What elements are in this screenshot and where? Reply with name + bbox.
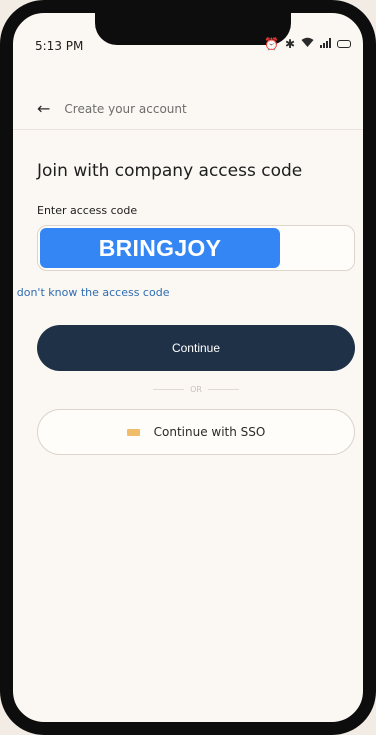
- sso-button[interactable]: Continue with SSO: [37, 409, 355, 455]
- alarm-icon: ⏰: [263, 37, 279, 51]
- or-text: OR: [190, 385, 202, 394]
- page-title: Join with company access code: [37, 161, 303, 181]
- bluetooth-icon: ✱: [284, 37, 295, 51]
- wifi-icon: [301, 37, 314, 51]
- access-code-label: Enter access code: [37, 204, 138, 217]
- signal-icon: [320, 37, 331, 51]
- status-bar: 5:13 PM ⏰ ✱: [13, 13, 363, 69]
- or-line-left: [153, 389, 185, 390]
- phone-frame: 5:13 PM ⏰ ✱ ← Create your account Join w…: [0, 0, 376, 735]
- or-line-right: [207, 389, 240, 390]
- header-divider: [13, 129, 363, 130]
- unknown-code-link[interactable]: I don't know the access code: [13, 286, 169, 299]
- access-code-input[interactable]: BRINGJOY: [37, 225, 355, 271]
- card-icon: [126, 428, 140, 436]
- or-divider: OR: [153, 385, 240, 394]
- sso-button-label: Continue with SSO: [153, 425, 266, 439]
- nav-bar: ← Create your account: [37, 101, 187, 117]
- access-code-value: BRINGJOY: [40, 228, 280, 268]
- status-icons: ⏰ ✱: [264, 37, 351, 51]
- status-time: 5:13 PM: [35, 39, 84, 53]
- back-arrow-icon[interactable]: ←: [37, 101, 50, 117]
- nav-title: Create your account: [64, 102, 187, 116]
- battery-icon: [337, 40, 351, 48]
- continue-button[interactable]: Continue: [37, 325, 355, 371]
